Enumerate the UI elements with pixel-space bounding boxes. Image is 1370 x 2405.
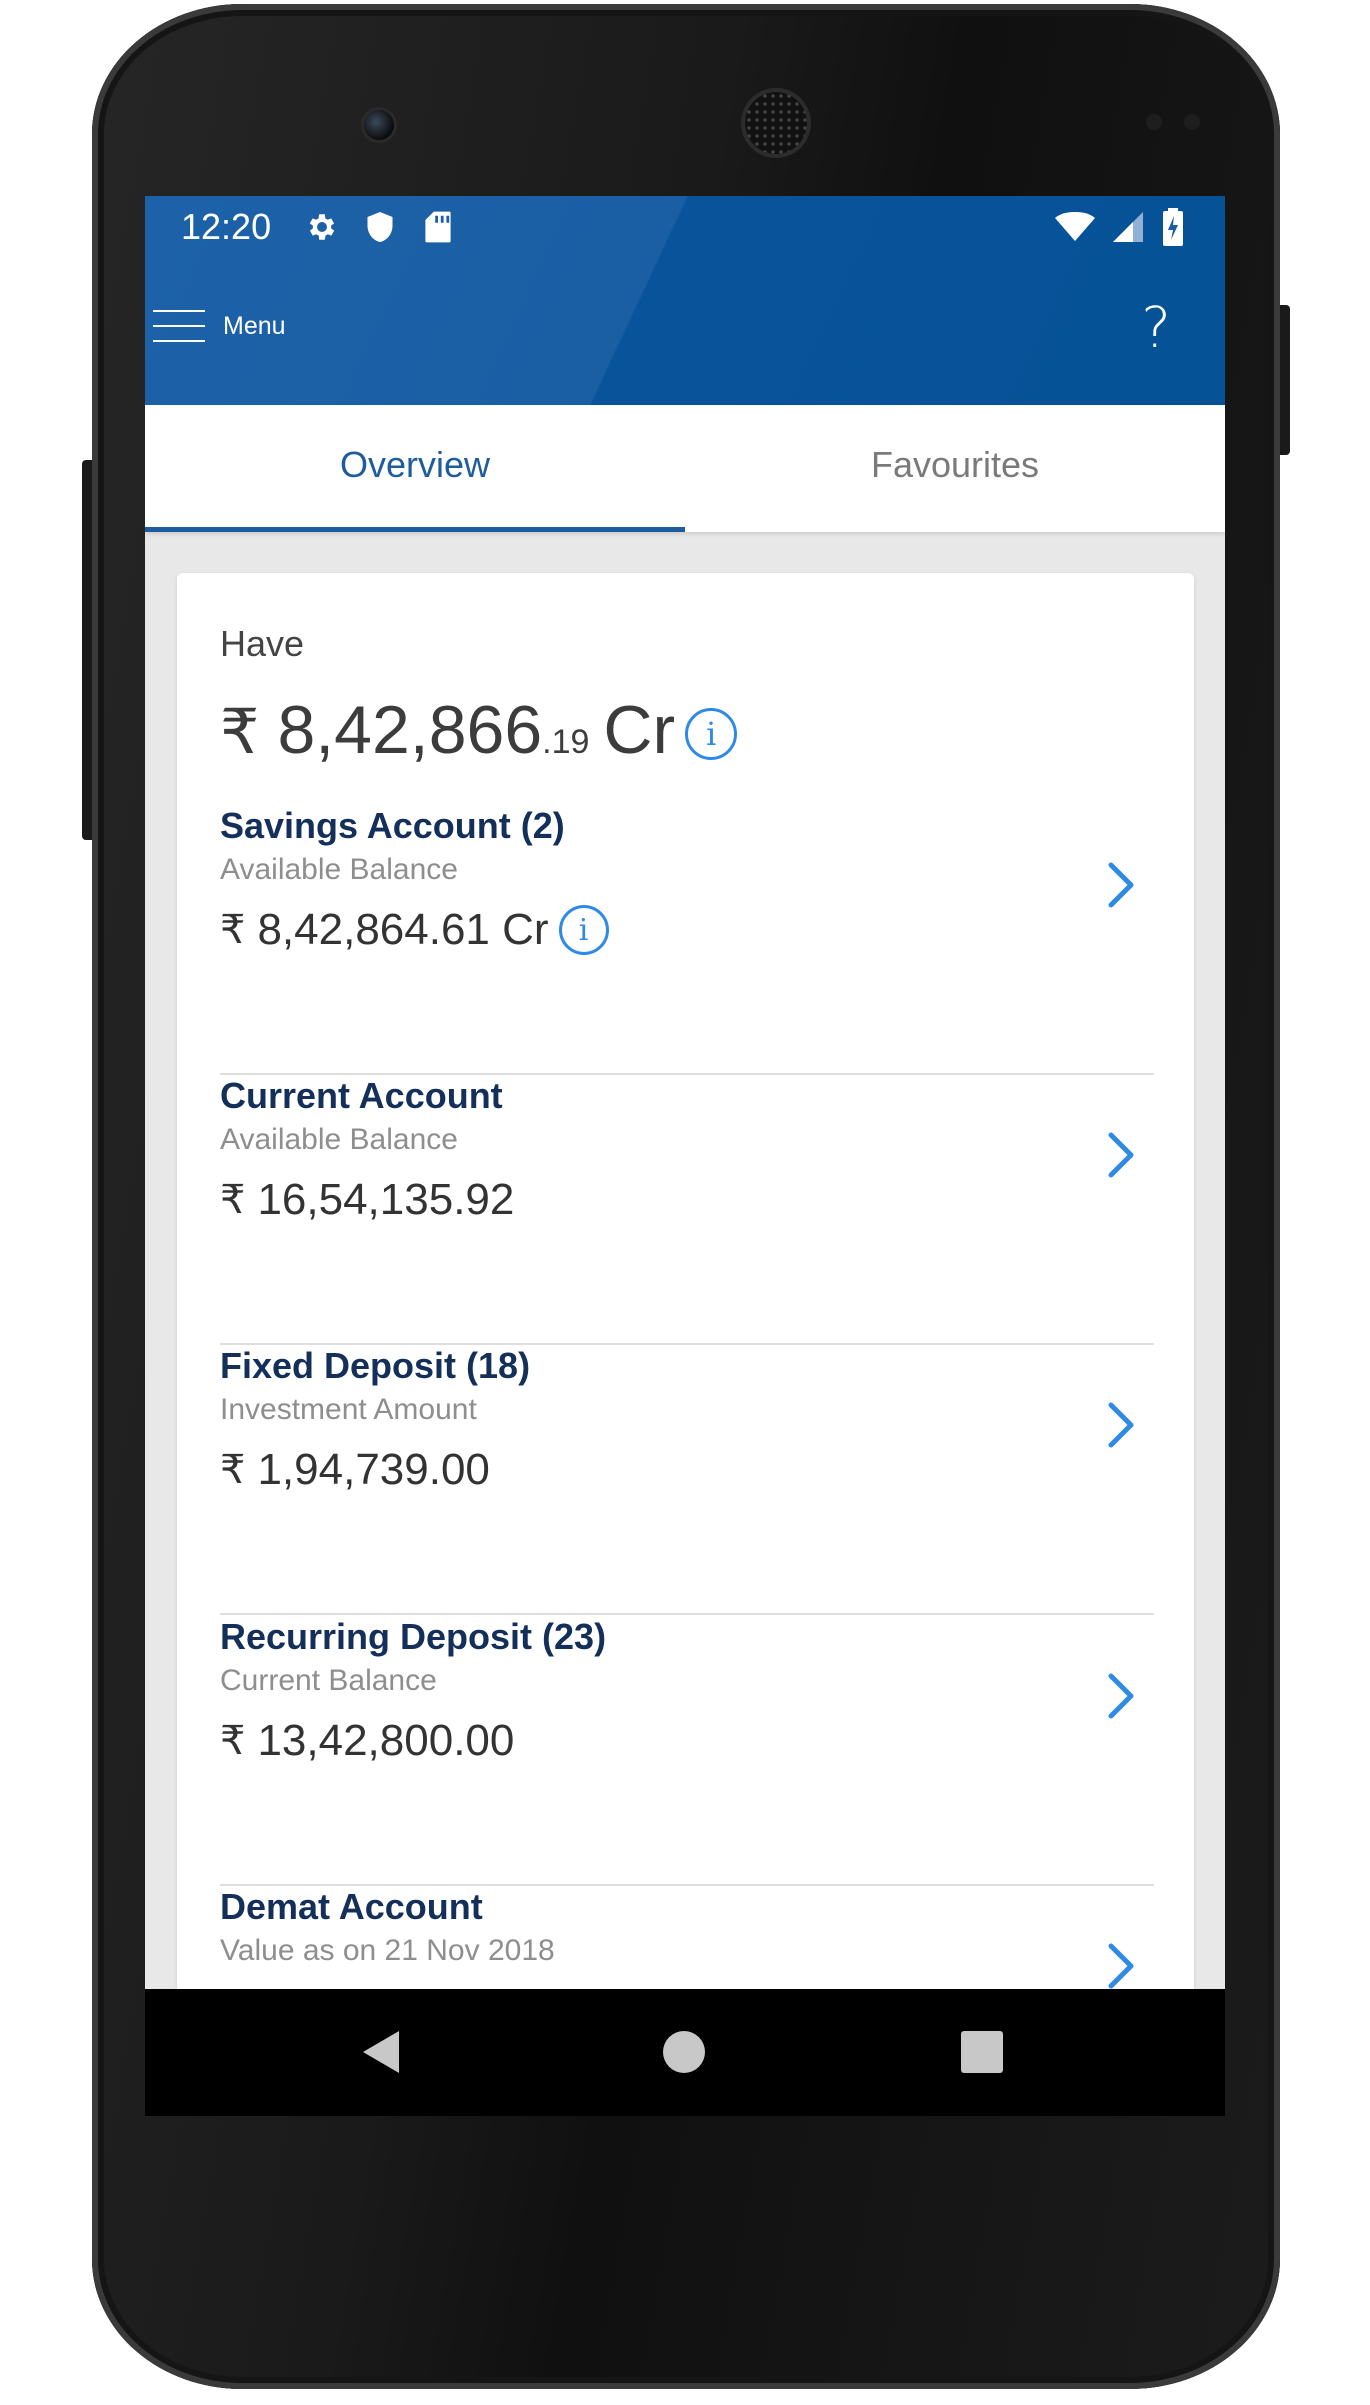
earpiece-speaker <box>745 92 807 154</box>
sd-card-icon <box>421 208 455 246</box>
amount-value: 1,94,739.00 <box>257 1445 490 1494</box>
account-amount: ₹ 1,94,739.00 <box>220 1445 490 1495</box>
signal-icon <box>1111 208 1145 246</box>
tab-overview[interactable]: Overview <box>145 405 685 532</box>
account-subtitle: Value as on 21 Nov 2018 <box>220 1934 555 1967</box>
divider <box>220 1613 1154 1615</box>
currency-symbol: ₹ <box>220 1718 246 1764</box>
info-icon[interactable]: i <box>558 905 609 955</box>
status-time: 12:20 <box>181 206 272 247</box>
account-title: Fixed Deposit (18) <box>220 1345 531 1386</box>
total-decimal: .19 <box>542 723 590 761</box>
gear-icon <box>305 208 339 246</box>
phone-screen: 12:20 Menu ? Overview Favourites Have ₹ … <box>145 196 1225 2116</box>
light-sensor <box>1184 114 1200 130</box>
account-row-current[interactable]: Current Account Available Balance ₹ 16,5… <box>220 1075 1154 1345</box>
tab-favourites[interactable]: Favourites <box>685 405 1225 532</box>
chevron-right-icon <box>1108 1673 1134 1719</box>
app-bar: 12:20 Menu ? <box>145 196 1225 405</box>
account-amount: ₹ 8,42,864.61 Cr i <box>220 905 609 955</box>
account-subtitle: Investment Amount <box>220 1393 477 1426</box>
amount-value: 16,54,135.92 <box>257 1175 515 1224</box>
account-subtitle: Available Balance <box>220 1123 458 1156</box>
account-amount: ₹ 16,54,135.92 <box>220 1175 514 1225</box>
tab-bar: Overview Favourites <box>145 405 1225 532</box>
account-amount: ₹ 13,42,800.00 <box>220 1716 514 1766</box>
account-title: Savings Account (2) <box>220 805 565 846</box>
chevron-right-icon <box>1108 1402 1134 1448</box>
total-unit: Cr <box>603 692 676 768</box>
currency-symbol: ₹ <box>220 1177 246 1223</box>
info-icon[interactable]: i <box>685 708 738 760</box>
account-title: Recurring Deposit (23) <box>220 1616 607 1657</box>
home-icon[interactable] <box>663 2031 705 2073</box>
have-label: Have <box>220 623 305 664</box>
currency-symbol: ₹ <box>220 695 260 768</box>
account-subtitle: Available Balance <box>220 853 458 886</box>
currency-symbol: ₹ <box>220 907 246 953</box>
chevron-right-icon <box>1108 862 1134 908</box>
amount-value: 8,42,864.61 Cr <box>257 905 549 954</box>
status-bar: 12:20 <box>145 196 1225 262</box>
chevron-right-icon <box>1108 1943 1134 1989</box>
wifi-icon <box>1055 208 1095 246</box>
currency-symbol: ₹ <box>220 1447 246 1493</box>
proximity-sensor <box>1146 114 1162 130</box>
hamburger-icon <box>153 306 205 346</box>
menu-button[interactable]: Menu <box>153 296 286 356</box>
account-title: Demat Account <box>220 1886 483 1927</box>
account-row-recurring-deposit[interactable]: Recurring Deposit (23) Current Balance ₹… <box>220 1616 1154 1886</box>
amount-value: 13,42,800.00 <box>257 1716 515 1765</box>
account-row-savings[interactable]: Savings Account (2) Available Balance ₹ … <box>220 805 1154 1075</box>
recent-apps-icon[interactable] <box>961 2031 1003 2073</box>
menu-label: Menu <box>223 311 286 340</box>
help-button[interactable]: ? <box>1141 296 1171 361</box>
accounts-card: Have ₹ 8,42,866 .19 Cr i Savings Account… <box>177 573 1194 2116</box>
total-whole: 8,42,866 <box>277 692 543 768</box>
back-icon[interactable] <box>359 2029 405 2075</box>
total-balance: ₹ 8,42,866 .19 Cr i <box>220 691 738 769</box>
shield-icon <box>363 208 397 246</box>
chevron-right-icon <box>1108 1132 1134 1178</box>
account-title: Current Account <box>220 1075 503 1116</box>
battery-charging-icon <box>1161 208 1185 246</box>
system-nav-bar <box>145 1989 1225 2116</box>
front-camera <box>364 110 394 140</box>
account-subtitle: Current Balance <box>220 1664 437 1697</box>
account-row-fixed-deposit[interactable]: Fixed Deposit (18) Investment Amount ₹ 1… <box>220 1345 1154 1615</box>
